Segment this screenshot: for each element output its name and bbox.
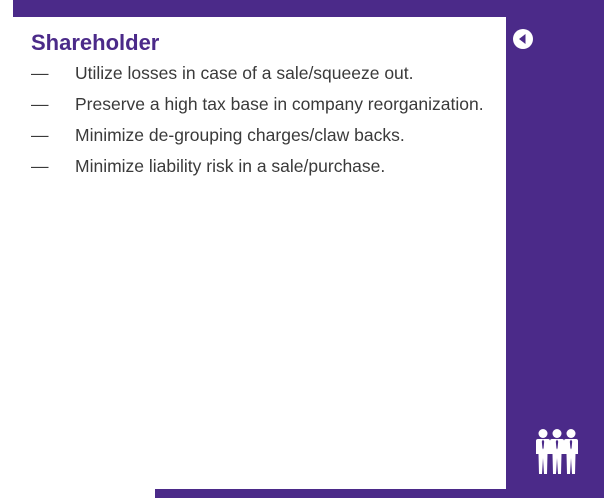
bullet-text: Minimize liability risk in a sale/purcha… xyxy=(75,156,386,176)
bullet-text: Utilize losses in case of a sale/squeeze… xyxy=(75,63,414,83)
bullet-dash: — xyxy=(31,94,49,114)
bullet-dash: — xyxy=(31,125,49,145)
back-arrow-circle-icon xyxy=(513,29,533,49)
bullet-dash: — xyxy=(31,63,49,83)
bullet-text: Preserve a high tax base in company reor… xyxy=(75,94,484,114)
bottom-accent-bar xyxy=(155,489,604,498)
slide-heading: Shareholder xyxy=(31,30,160,55)
bullet-dash: — xyxy=(31,156,49,176)
slide-view: Shareholder — Utilize losses in case of … xyxy=(0,0,604,498)
bullet-item: — Minimize liability risk in a sale/purc… xyxy=(31,155,499,177)
bullet-text: Minimize de-grouping charges/claw backs. xyxy=(75,125,405,145)
back-button[interactable] xyxy=(512,28,534,50)
bullet-list: — Utilize losses in case of a sale/squee… xyxy=(31,62,499,186)
bullet-item: — Minimize de-grouping charges/claw back… xyxy=(31,124,499,146)
right-side-panel xyxy=(506,0,604,498)
bullet-item: — Preserve a high tax base in company re… xyxy=(31,93,499,115)
bullet-item: — Utilize losses in case of a sale/squee… xyxy=(31,62,499,84)
three-people-icon xyxy=(536,429,578,474)
